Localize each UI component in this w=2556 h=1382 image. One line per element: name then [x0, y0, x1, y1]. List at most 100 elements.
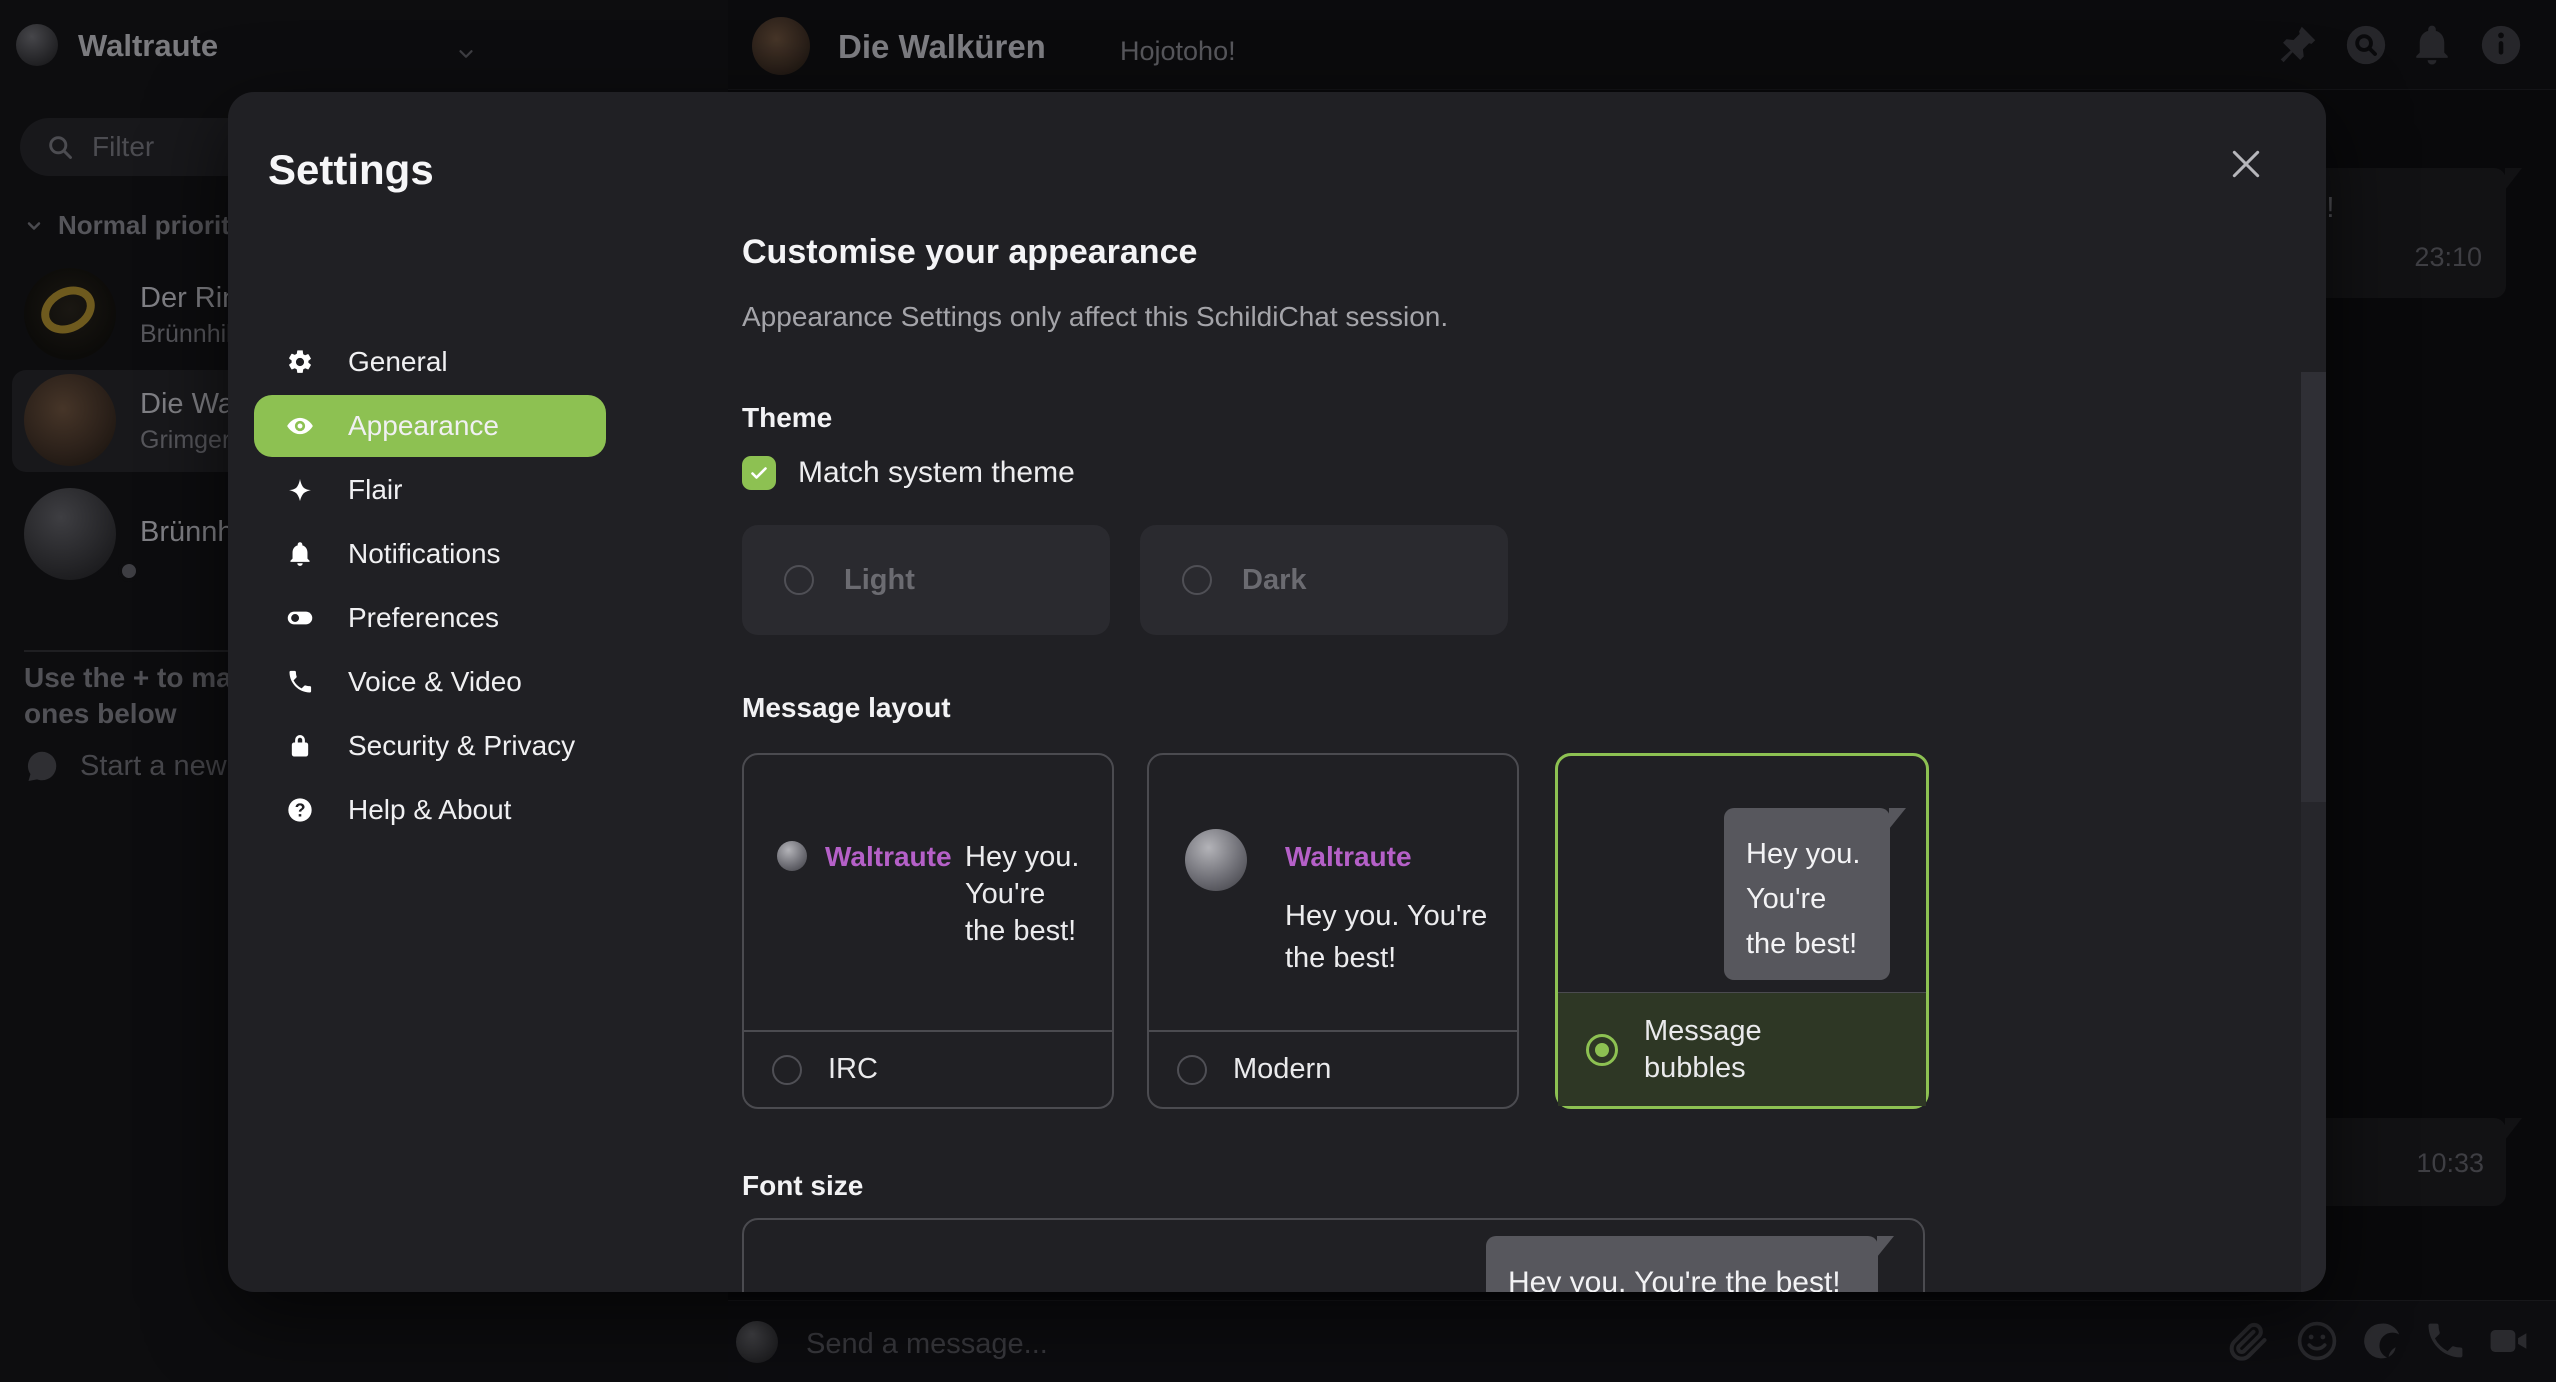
message-timestamp: 23:10 [2414, 242, 2482, 273]
video-call-icon[interactable] [2486, 1319, 2530, 1363]
room-header-avatar[interactable] [752, 17, 810, 75]
radio-light[interactable] [784, 565, 814, 595]
settings-content: Customise your appearance Appearance Set… [742, 92, 1925, 1292]
nav-label: Flair [348, 474, 402, 506]
room-preview: Brünnhil [140, 320, 232, 349]
theme-dark-label: Dark [1242, 564, 1307, 597]
irc-label: IRC [828, 1053, 878, 1086]
bubble-tail [2505, 1118, 2522, 1140]
preview-message: Hey you. You're the best! [965, 839, 1079, 950]
attachment-icon[interactable] [2226, 1319, 2270, 1363]
nav-item-appearance[interactable]: Appearance [254, 395, 606, 457]
match-system-theme-checkbox[interactable] [742, 456, 776, 490]
nav-item-flair[interactable]: Flair [254, 459, 606, 521]
nav-label: Security & Privacy [348, 730, 575, 762]
theme-option-light[interactable]: Light [742, 525, 1110, 635]
sticker-icon[interactable] [2360, 1319, 2404, 1363]
section-label: Normal priority [58, 210, 244, 241]
voice-call-icon[interactable] [2423, 1319, 2467, 1363]
room-topic[interactable]: Hojotoho! [1120, 36, 1236, 67]
bubbles-label: Message bubbles [1644, 1013, 1762, 1087]
message-layout-heading: Message layout [742, 692, 951, 724]
app: Waltraute Filter Normal priority Der Rin… [0, 0, 2556, 1382]
bubble-tail [1877, 1236, 1894, 1257]
radio-modern[interactable] [1177, 1055, 1207, 1085]
scrollbar-thumb[interactable] [2301, 372, 2326, 802]
search-icon [46, 133, 74, 161]
chevron-down-icon[interactable] [455, 43, 477, 65]
nav-item-general[interactable]: General [254, 331, 606, 393]
user-avatar[interactable] [16, 24, 58, 66]
modern-preview: Waltraute Hey you. You're the best! [1149, 755, 1517, 1032]
theme-option-dark[interactable]: Dark [1140, 525, 1508, 635]
radio-dark[interactable] [1182, 565, 1212, 595]
bubble-tail [2505, 168, 2522, 190]
radio-irc[interactable] [772, 1055, 802, 1085]
message-timestamp: 10:33 [2416, 1148, 2484, 1179]
info-icon[interactable] [2478, 22, 2524, 68]
font-size-heading: Font size [742, 1170, 863, 1202]
font-size-preview-panel: Hey you. You're the best! [742, 1218, 1925, 1292]
toggle-icon [286, 604, 314, 632]
phone-icon [286, 668, 314, 696]
close-icon[interactable] [2226, 144, 2266, 184]
nav-item-help-about[interactable]: Help & About [254, 779, 606, 841]
nav-item-notifications[interactable]: Notifications [254, 523, 606, 585]
page-title: Customise your appearance [742, 233, 1197, 272]
chevron-down-icon [24, 216, 44, 236]
search-icon[interactable] [2343, 22, 2389, 68]
theme-light-label: Light [844, 564, 915, 597]
presence-dot [118, 560, 140, 582]
theme-section-heading: Theme [742, 402, 832, 434]
radio-bubbles-selected[interactable] [1586, 1034, 1618, 1066]
room-preview: Grimger [140, 426, 230, 455]
room-title[interactable]: Die Walküren [838, 28, 1046, 66]
font-preview-bubble: Hey you. You're the best! [1486, 1236, 1878, 1292]
nav-label: Help & About [348, 794, 511, 826]
composer-avatar [736, 1321, 778, 1363]
sidebar-hint-line2: ones below [24, 698, 176, 730]
match-system-theme-label: Match system theme [798, 456, 1075, 490]
sender-avatar [1185, 829, 1247, 891]
room-header: Die Walküren Hojotoho! [728, 0, 2556, 90]
lock-icon [286, 732, 314, 760]
room-name: Die Wal [140, 388, 240, 421]
bubble-tail [1889, 808, 1906, 829]
bell-icon[interactable] [2409, 22, 2455, 68]
settings-scrollbar[interactable] [2301, 372, 2326, 1292]
irc-preview: Waltraute Hey you. You're the best! [744, 755, 1112, 1032]
sender-name: Waltraute [825, 841, 952, 873]
nav-item-voice-video[interactable]: Voice & Video [254, 651, 606, 713]
match-system-theme-row: Match system theme [742, 456, 1075, 490]
modern-label: Modern [1233, 1053, 1331, 1086]
nav-label: General [348, 346, 448, 378]
filter-placeholder: Filter [92, 131, 154, 163]
bell-icon [286, 540, 314, 568]
nav-label: Voice & Video [348, 666, 522, 698]
layout-option-bubbles[interactable]: Hey you. You're the best! Message bubble… [1555, 753, 1929, 1109]
settings-dialog: Settings General Appearance Flair Notifi… [228, 92, 2326, 1292]
pin-icon[interactable] [2274, 22, 2320, 68]
layout-option-modern[interactable]: Waltraute Hey you. You're the best! Mode… [1147, 753, 1519, 1109]
section-normal-priority[interactable]: Normal priority [24, 210, 244, 241]
sender-name: Waltraute [1285, 841, 1412, 873]
emoji-icon[interactable] [2295, 1319, 2339, 1363]
nav-item-preferences[interactable]: Preferences [254, 587, 606, 649]
layout-option-irc[interactable]: Waltraute Hey you. You're the best! IRC [742, 753, 1114, 1109]
nav-label: Appearance [348, 410, 499, 442]
bubbles-footer: Message bubbles [1558, 992, 1926, 1106]
nav-label: Notifications [348, 538, 501, 570]
chat-bubble-icon [24, 748, 60, 784]
preview-bubble: Hey you. You're the best! [1724, 808, 1890, 980]
bubbles-preview: Hey you. You're the best! [1558, 756, 1926, 992]
font-preview-text: Hey you. You're the best! [1508, 1266, 1878, 1292]
room-name: Brünnh [140, 516, 234, 549]
message-composer: Send a message... [728, 1300, 2556, 1382]
modern-footer: Modern [1149, 1030, 1517, 1107]
user-name[interactable]: Waltraute [78, 28, 218, 64]
room-avatar [24, 374, 116, 466]
irc-footer: IRC [744, 1030, 1112, 1107]
sparkle-icon [286, 476, 314, 504]
message-input[interactable]: Send a message... [806, 1328, 1048, 1361]
nav-item-security-privacy[interactable]: Security & Privacy [254, 715, 606, 777]
